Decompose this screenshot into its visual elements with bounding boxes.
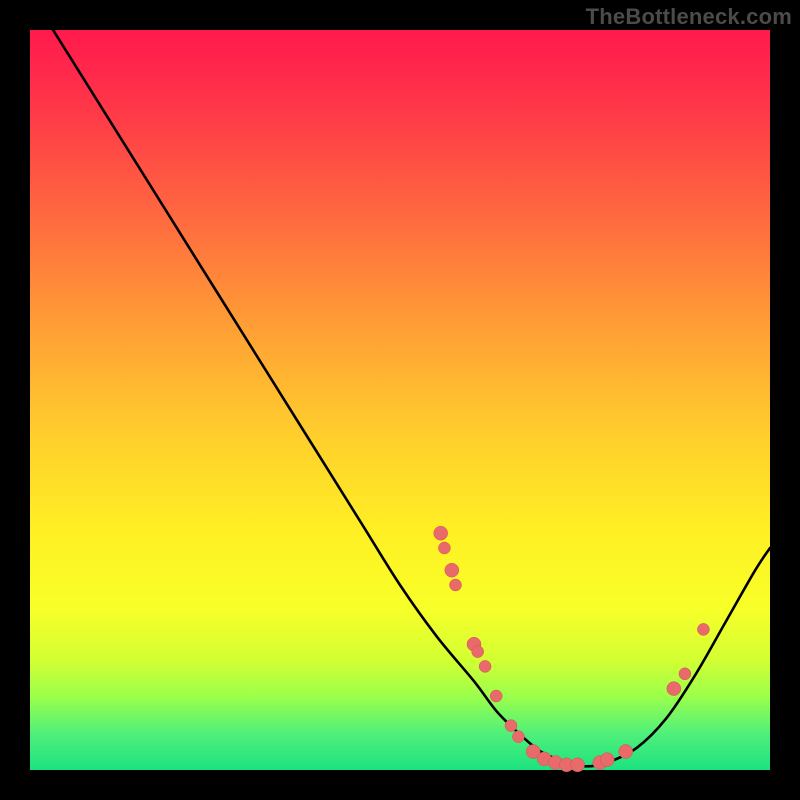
plot-area [30,30,770,770]
curve-marker [434,526,448,540]
curve-marker [490,690,502,702]
bottleneck-curve-line [30,0,770,766]
curve-marker [571,758,585,772]
curve-marker [619,745,633,759]
curve-marker [450,579,462,591]
curve-layer [30,30,770,770]
curve-markers [434,526,710,772]
chart-container: TheBottleneck.com [0,0,800,800]
curve-marker [472,646,484,658]
curve-marker [512,731,524,743]
curve-marker [505,720,517,732]
curve-marker [438,542,450,554]
curve-marker [697,623,709,635]
curve-marker [479,660,491,672]
watermark-text: TheBottleneck.com [586,4,792,30]
curve-marker [445,563,459,577]
curve-marker [600,753,614,767]
curve-marker [679,668,691,680]
curve-marker [667,682,681,696]
